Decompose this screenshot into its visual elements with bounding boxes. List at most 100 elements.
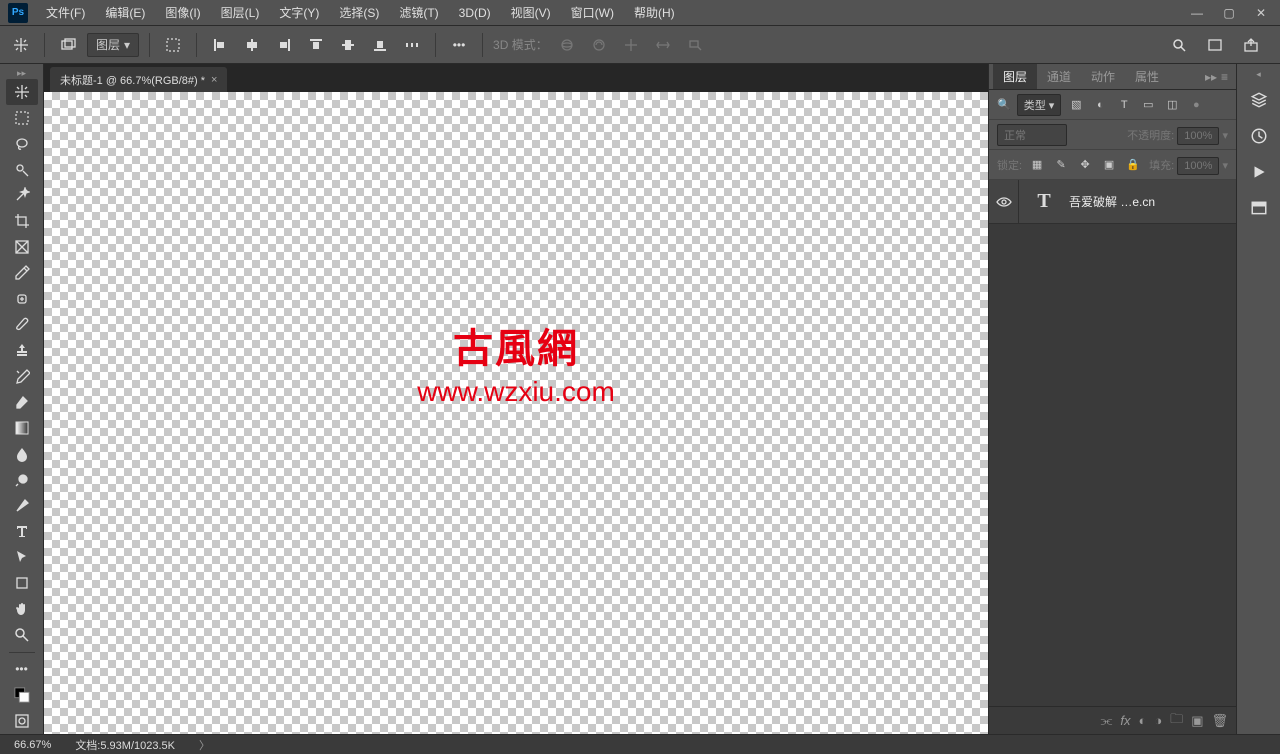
delete-layer-icon[interactable]: 🗑 bbox=[1211, 713, 1228, 729]
layer-visibility-toggle[interactable] bbox=[989, 180, 1019, 223]
path-select-tool[interactable] bbox=[6, 544, 38, 570]
quick-mask-toggle[interactable] bbox=[6, 708, 38, 734]
lock-position-icon[interactable]: ✥ bbox=[1076, 156, 1094, 174]
gradient-tool[interactable] bbox=[6, 415, 38, 441]
filter-shape-icon[interactable]: ▭ bbox=[1139, 96, 1157, 114]
eraser-tool[interactable] bbox=[6, 389, 38, 415]
canvas[interactable]: 古風網 www.wzxiu.com bbox=[44, 92, 988, 734]
3d-orbit-icon[interactable] bbox=[554, 32, 580, 58]
collapsed-layers-icon[interactable] bbox=[1243, 84, 1275, 116]
new-layer-icon[interactable]: ▣ bbox=[1191, 713, 1203, 729]
menu-select[interactable]: 选择(S) bbox=[329, 0, 389, 25]
blend-mode-dropdown[interactable]: 正常 bbox=[997, 124, 1067, 146]
tab-layers[interactable]: 图层 bbox=[993, 64, 1037, 89]
quick-select-tool[interactable] bbox=[6, 157, 38, 183]
search-icon[interactable] bbox=[1166, 32, 1192, 58]
collapsed-actions-icon[interactable] bbox=[1243, 156, 1275, 188]
shape-tool[interactable] bbox=[6, 570, 38, 596]
align-bottom-icon[interactable] bbox=[367, 32, 393, 58]
crop-tool[interactable] bbox=[6, 208, 38, 234]
history-brush-tool[interactable] bbox=[6, 363, 38, 389]
move-tool[interactable] bbox=[6, 79, 38, 105]
lock-all-icon[interactable]: 🔒 bbox=[1124, 156, 1142, 174]
magic-wand-tool[interactable] bbox=[6, 182, 38, 208]
type-tool[interactable] bbox=[6, 518, 38, 544]
screenmode-icon[interactable] bbox=[1202, 32, 1228, 58]
frame-tool[interactable] bbox=[6, 234, 38, 260]
eyedropper-tool[interactable] bbox=[6, 260, 38, 286]
pen-tool[interactable] bbox=[6, 493, 38, 519]
window-maximize-button[interactable]: ▢ bbox=[1214, 3, 1244, 23]
lasso-tool[interactable] bbox=[6, 131, 38, 157]
filter-search-icon[interactable]: 🔍 bbox=[997, 98, 1011, 111]
tab-actions[interactable]: 动作 bbox=[1081, 64, 1125, 89]
lock-artboard-icon[interactable]: ▣ bbox=[1100, 156, 1118, 174]
align-left-icon[interactable] bbox=[207, 32, 233, 58]
collapsed-bar-toggle[interactable]: ◂ bbox=[1237, 68, 1280, 80]
marquee-tool[interactable] bbox=[6, 105, 38, 131]
blur-tool[interactable] bbox=[6, 441, 38, 467]
menu-window[interactable]: 窗口(W) bbox=[561, 0, 624, 25]
filter-pixel-icon[interactable]: ▧ bbox=[1067, 96, 1085, 114]
tab-channels[interactable]: 通道 bbox=[1037, 64, 1081, 89]
color-swatches[interactable] bbox=[6, 682, 38, 708]
layer-group-icon[interactable]: 🗀 bbox=[1170, 710, 1183, 732]
menu-view[interactable]: 视图(V) bbox=[501, 0, 561, 25]
menu-type[interactable]: 文字(Y) bbox=[269, 0, 329, 25]
menu-layer[interactable]: 图层(L) bbox=[211, 0, 270, 25]
window-minimize-button[interactable]: — bbox=[1182, 3, 1212, 23]
3d-zoom-icon[interactable] bbox=[682, 32, 708, 58]
3d-pan-icon[interactable] bbox=[618, 32, 644, 58]
more-options-icon[interactable]: ••• bbox=[446, 32, 472, 58]
auto-select-icon[interactable] bbox=[55, 32, 81, 58]
status-menu-icon[interactable]: 〉 bbox=[199, 737, 210, 753]
toolbar-collapse-toggle[interactable]: ▸▸ bbox=[0, 68, 43, 79]
opacity-value[interactable]: 100% bbox=[1177, 127, 1219, 145]
share-icon[interactable] bbox=[1238, 32, 1264, 58]
transform-controls-toggle[interactable] bbox=[160, 32, 186, 58]
layer-mask-icon[interactable]: ◐ bbox=[1138, 713, 1146, 728]
align-hcenter-icon[interactable] bbox=[239, 32, 265, 58]
panel-menu-icon[interactable]: ≡ bbox=[1221, 70, 1228, 84]
align-vcenter-icon[interactable] bbox=[335, 32, 361, 58]
auto-select-dropdown[interactable]: 图层▾ bbox=[87, 33, 139, 57]
link-layers-icon[interactable]: ⫘ bbox=[1101, 713, 1113, 729]
align-top-icon[interactable] bbox=[303, 32, 329, 58]
align-right-icon[interactable] bbox=[271, 32, 297, 58]
adjustment-layer-icon[interactable]: ◑ bbox=[1154, 713, 1162, 728]
zoom-tool[interactable] bbox=[6, 622, 38, 648]
menu-filter[interactable]: 滤镜(T) bbox=[389, 0, 448, 25]
document-tab[interactable]: 未标题-1 @ 66.7%(RGB/8#) * × bbox=[50, 67, 227, 92]
edit-toolbar-icon[interactable]: ••• bbox=[6, 657, 38, 683]
layer-fx-icon[interactable]: fx bbox=[1120, 713, 1130, 728]
brush-tool[interactable] bbox=[6, 312, 38, 338]
status-zoom[interactable]: 66.67% bbox=[14, 739, 51, 751]
lock-pixels-icon[interactable]: ▦ bbox=[1028, 156, 1046, 174]
window-close-button[interactable]: ✕ bbox=[1246, 3, 1276, 23]
document-tab-close-icon[interactable]: × bbox=[211, 74, 217, 86]
hand-tool[interactable] bbox=[6, 596, 38, 622]
clone-stamp-tool[interactable] bbox=[6, 338, 38, 364]
collapsed-history-icon[interactable] bbox=[1243, 120, 1275, 152]
menu-3d[interactable]: 3D(D) bbox=[449, 2, 501, 24]
collapsed-properties-icon[interactable] bbox=[1243, 192, 1275, 224]
current-tool-icon[interactable] bbox=[8, 32, 34, 58]
menu-edit[interactable]: 编辑(E) bbox=[95, 0, 155, 25]
panel-collapse-icon[interactable]: ▸▸ bbox=[1205, 70, 1217, 84]
filter-smart-icon[interactable]: ◫ bbox=[1163, 96, 1181, 114]
filter-toggle-icon[interactable]: ● bbox=[1187, 96, 1205, 114]
filter-type-icon[interactable]: T bbox=[1115, 96, 1133, 114]
layer-item[interactable]: T 吾爱破解 …e.cn bbox=[989, 180, 1236, 224]
distribute-icon[interactable] bbox=[399, 32, 425, 58]
tab-properties[interactable]: 属性 bbox=[1125, 64, 1169, 89]
spot-heal-tool[interactable] bbox=[6, 286, 38, 312]
3d-roll-icon[interactable] bbox=[586, 32, 612, 58]
lock-brush-icon[interactable]: ✎ bbox=[1052, 156, 1070, 174]
dodge-tool[interactable] bbox=[6, 467, 38, 493]
menu-file[interactable]: 文件(F) bbox=[36, 0, 95, 25]
menu-image[interactable]: 图像(I) bbox=[155, 0, 210, 25]
3d-slide-icon[interactable] bbox=[650, 32, 676, 58]
menu-help[interactable]: 帮助(H) bbox=[624, 0, 685, 25]
filter-adjust-icon[interactable]: ◐ bbox=[1091, 96, 1109, 114]
layer-name[interactable]: 吾爱破解 …e.cn bbox=[1069, 193, 1155, 210]
